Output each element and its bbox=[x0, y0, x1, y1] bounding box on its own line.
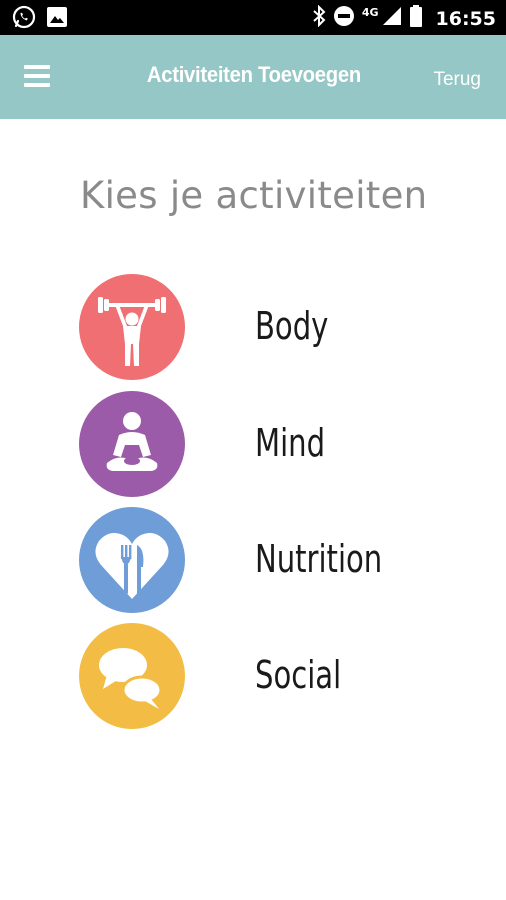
battery-icon bbox=[409, 4, 423, 33]
activity-label-nutrition: Nutrition bbox=[255, 537, 383, 581]
bluetooth-icon bbox=[312, 4, 326, 32]
back-button[interactable]: Terug bbox=[433, 69, 481, 91]
activity-label-body: Body bbox=[255, 304, 329, 348]
network-type: 4G bbox=[361, 6, 379, 19]
signal-icon bbox=[382, 6, 402, 31]
do-not-disturb-icon bbox=[333, 5, 355, 32]
whatsapp-icon bbox=[12, 5, 36, 34]
meditation-icon bbox=[79, 391, 185, 497]
chat-bubbles-icon bbox=[79, 623, 185, 729]
status-notifications bbox=[12, 5, 68, 34]
activities-heading: Kies je activiteiten bbox=[80, 174, 428, 217]
status-system: 4G 16:55 bbox=[312, 4, 496, 33]
activity-label-social: Social bbox=[255, 653, 342, 697]
status-bar: 4G 16:55 bbox=[0, 0, 506, 35]
activity-item-body[interactable]: Body bbox=[79, 274, 439, 380]
activity-item-social[interactable]: Social bbox=[79, 623, 439, 729]
activity-item-nutrition[interactable]: Nutrition bbox=[79, 507, 439, 613]
status-time: 16:55 bbox=[435, 7, 496, 30]
app-toolbar: Activiteiten Toevoegen Terug bbox=[0, 35, 506, 119]
heart-fork-knife-icon bbox=[79, 507, 185, 613]
image-icon bbox=[46, 6, 68, 33]
activity-item-mind[interactable]: Mind bbox=[79, 391, 439, 497]
weightlifter-icon bbox=[79, 274, 185, 380]
activity-label-mind: Mind bbox=[255, 421, 326, 465]
page-title: Activiteiten Toevoegen bbox=[146, 62, 361, 87]
